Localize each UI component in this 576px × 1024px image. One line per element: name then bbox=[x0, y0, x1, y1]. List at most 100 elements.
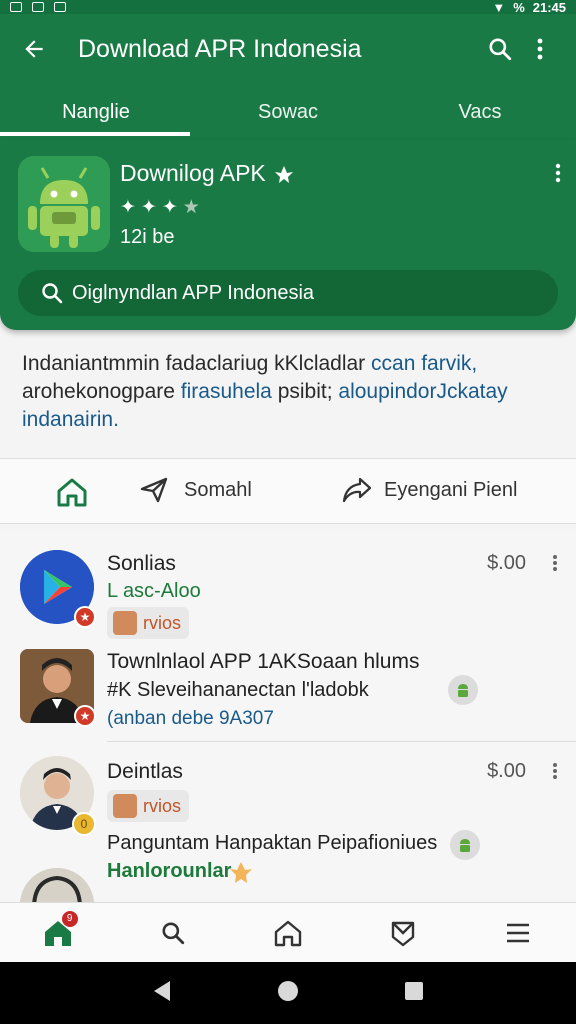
app-description: Indaniantmmin fadaclariug kKlcladlar cca… bbox=[22, 352, 508, 431]
back-button[interactable] bbox=[16, 31, 52, 67]
card-menu-button[interactable] bbox=[554, 162, 562, 189]
leaf-badge-icon bbox=[274, 165, 293, 183]
search-button[interactable] bbox=[480, 29, 520, 69]
send-label: Somahl bbox=[184, 478, 252, 501]
description-link[interactable]: ccan farvik, bbox=[371, 352, 477, 375]
app-header: Download APR Indonesia Nanglie Sowac Vac… bbox=[0, 14, 576, 140]
home-icon bbox=[57, 478, 87, 507]
status-left-icons bbox=[10, 2, 66, 12]
wifi-icon: ▼ bbox=[492, 0, 506, 15]
search-icon bbox=[40, 281, 64, 305]
app-search-bar[interactable]: Oiglnyndlan APP Indonesia bbox=[18, 270, 558, 316]
app-name: Downilog APK bbox=[120, 160, 294, 187]
system-nav-bar bbox=[0, 962, 576, 1024]
overflow-menu-button[interactable] bbox=[520, 29, 560, 69]
item-title: Deintlas bbox=[107, 760, 183, 783]
send-action-button[interactable]: Somahl bbox=[140, 477, 252, 503]
circle-home-icon bbox=[277, 980, 298, 1001]
tab-vacs[interactable]: Vacs bbox=[384, 84, 576, 140]
app-size: 12i be bbox=[120, 226, 175, 248]
bottom-nav: 9 bbox=[0, 902, 576, 962]
search-text: Oiglnyndlan APP Indonesia bbox=[72, 281, 315, 304]
notification-icon bbox=[10, 2, 22, 12]
status-right: ▼ % 21:45 bbox=[492, 0, 566, 15]
nav-search[interactable] bbox=[145, 905, 201, 961]
star-icon: ✦ bbox=[161, 197, 178, 218]
nav-home[interactable]: 9 bbox=[30, 905, 86, 961]
status-badge: ★ bbox=[74, 606, 96, 628]
item-tag[interactable]: rvios bbox=[107, 790, 190, 822]
screen: ▼ % 21:45 Download APR Indonesia Nanglie… bbox=[0, 0, 576, 1024]
system-recents-button[interactable] bbox=[404, 981, 424, 1006]
star-empty-icon: ★ bbox=[182, 197, 200, 218]
nav-menu[interactable] bbox=[490, 905, 546, 961]
square-recents-icon bbox=[404, 981, 423, 1000]
arrow-left-icon bbox=[25, 40, 43, 58]
description-link[interactable]: firasuhela bbox=[181, 380, 272, 403]
menu-icon bbox=[507, 923, 530, 942]
status-badge: ★ bbox=[74, 705, 96, 727]
app-card: Downilog APK ✦ ✦ ✦ ★ 12i be Oiglnyndlan … bbox=[0, 140, 576, 330]
android-icon bbox=[458, 684, 468, 697]
send-icon bbox=[140, 477, 168, 503]
nav-store[interactable] bbox=[260, 905, 316, 961]
share-action-button[interactable]: Eyengani Pienl bbox=[342, 477, 517, 503]
house-outline-icon bbox=[274, 920, 302, 946]
android-chip bbox=[450, 830, 480, 860]
app-list: ★ Sonlias L asc-Aloo $.00 rvios ★ Townln… bbox=[0, 530, 576, 902]
more-vert-icon bbox=[555, 163, 561, 183]
avatar bbox=[20, 868, 94, 902]
item-description: Panguntam Hanpaktan Peipafioniues bbox=[107, 832, 438, 854]
leaf-icon bbox=[230, 862, 252, 883]
list-divider bbox=[107, 741, 576, 742]
app-bar: Download APR Indonesia bbox=[0, 14, 576, 84]
item-subtitle: Hanlorounlar bbox=[107, 860, 232, 882]
more-vert-icon bbox=[553, 555, 557, 571]
item-title: Townlnlaol APP 1AKSoaan hlums bbox=[107, 650, 420, 673]
person-photo-icon bbox=[20, 868, 94, 902]
more-vert-icon bbox=[537, 38, 543, 60]
android-robot-icon bbox=[18, 156, 110, 252]
item-title: Sonlias bbox=[107, 552, 176, 575]
tag-avatar bbox=[113, 794, 137, 818]
android-icon bbox=[460, 839, 470, 852]
count-badge: 0 bbox=[72, 812, 96, 836]
status-bar: ▼ % 21:45 bbox=[0, 0, 576, 15]
android-chip bbox=[448, 675, 478, 705]
star-icon: ✦ bbox=[120, 197, 136, 218]
share-label: Eyengani Pienl bbox=[384, 478, 518, 501]
item-line3: (anban debe 9A307 bbox=[107, 708, 274, 729]
app-icon[interactable] bbox=[18, 156, 110, 252]
rating-stars: ✦ ✦ ✦ ★ bbox=[120, 196, 200, 219]
action-row: Somahl Eyengani Pienl bbox=[0, 458, 576, 524]
list-item[interactable]: 0 Deintlas $.00 rvios Panguntam Hanpakta… bbox=[0, 748, 576, 860]
item-menu-button[interactable] bbox=[552, 762, 558, 785]
tag-avatar bbox=[113, 611, 137, 635]
item-menu-button[interactable] bbox=[552, 554, 558, 577]
home-action-button[interactable] bbox=[56, 477, 88, 512]
share-icon bbox=[342, 477, 372, 503]
tab-indicator bbox=[0, 132, 190, 136]
system-home-button[interactable] bbox=[277, 980, 299, 1007]
triangle-back-icon bbox=[154, 980, 171, 1001]
list-item[interactable]: Hanlorounlar bbox=[0, 860, 576, 902]
notification-icon bbox=[32, 2, 44, 12]
list-item[interactable]: ★ Sonlias L asc-Aloo $.00 rvios bbox=[0, 530, 576, 640]
item-tag[interactable]: rvios bbox=[107, 607, 190, 639]
star-icon: ✦ bbox=[140, 197, 157, 218]
clock: 21:45 bbox=[532, 0, 566, 15]
system-back-button[interactable] bbox=[152, 980, 172, 1007]
nav-inbox[interactable] bbox=[375, 905, 431, 961]
search-icon bbox=[162, 921, 184, 944]
item-line2: #K Sleveihananectan l'ladobk bbox=[107, 679, 369, 701]
list-item[interactable]: ★ Townlnlaol APP 1AKSoaan hlums #K Sleve… bbox=[0, 645, 576, 745]
item-price: $.00 bbox=[487, 760, 526, 782]
battery-percent: % bbox=[513, 0, 525, 15]
search-icon bbox=[489, 38, 512, 61]
tab-sowac[interactable]: Sowac bbox=[192, 84, 384, 140]
tab-bar: Nanglie Sowac Vacs bbox=[0, 84, 576, 140]
shield-mail-icon bbox=[391, 921, 415, 946]
notification-icon bbox=[54, 2, 66, 12]
item-subtitle: L asc-Aloo bbox=[107, 580, 201, 602]
page-title: Download APR Indonesia bbox=[78, 34, 362, 63]
